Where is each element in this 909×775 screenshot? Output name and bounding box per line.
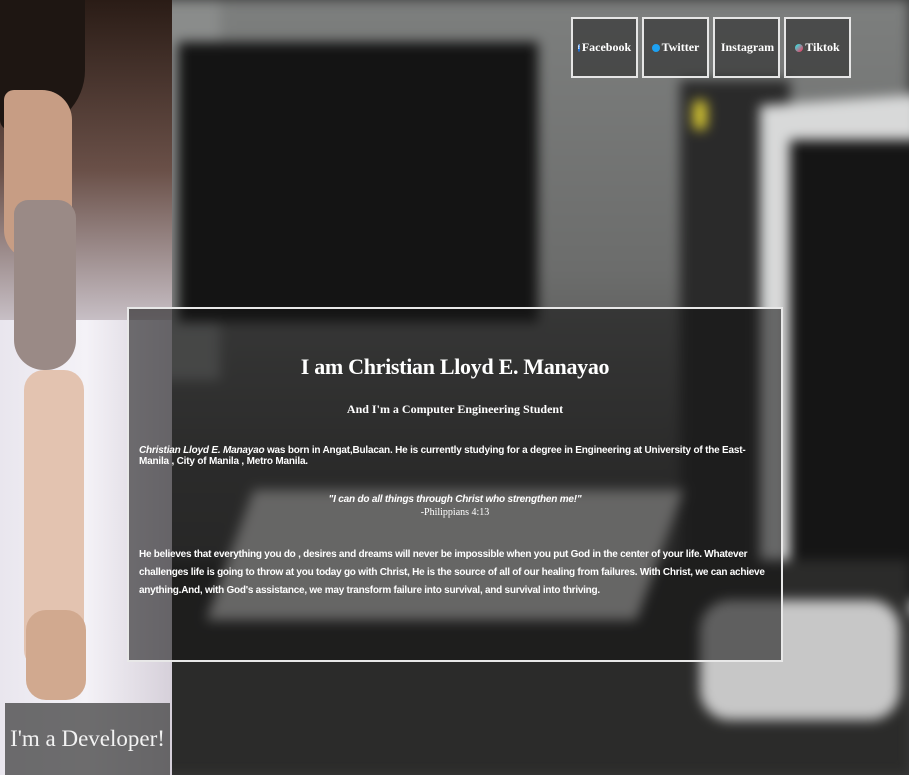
bio-card: I am Christian Lloyd E. Manayao And I'm … bbox=[127, 307, 783, 662]
twitter-button[interactable]: Twitter bbox=[642, 17, 709, 78]
bio-heading: I am Christian Lloyd E. Manayao bbox=[300, 354, 610, 379]
page: I'm a Developer! f Facebook Twitter Inst… bbox=[0, 0, 909, 775]
bio-body: He believes that everything you do , des… bbox=[139, 549, 765, 596]
social-links: f Facebook Twitter Instagram Tiktok bbox=[571, 17, 851, 78]
developer-caption: I'm a Developer! bbox=[5, 703, 170, 775]
twitter-label: Twitter bbox=[661, 40, 700, 54]
bio-intro: Christian Lloyd E. Manayao was born in A… bbox=[139, 445, 771, 467]
instagram-label: Instagram bbox=[720, 40, 775, 54]
bible-quote: "I can do all things through Christ who … bbox=[328, 494, 582, 505]
instagram-button[interactable]: Instagram bbox=[713, 17, 780, 78]
quote-reference: -Philippians 4:13 bbox=[420, 507, 490, 518]
facebook-icon: f bbox=[577, 43, 580, 52]
twitter-icon bbox=[651, 43, 660, 52]
tiktok-icon bbox=[795, 43, 804, 52]
tiktok-button[interactable]: Tiktok bbox=[784, 17, 851, 78]
bio-subheading: And I'm a Computer Engineering Student bbox=[346, 402, 564, 416]
bio-name: Christian Lloyd E. Manayao bbox=[139, 445, 265, 456]
facebook-button[interactable]: f Facebook bbox=[571, 17, 638, 78]
tiktok-label: Tiktok bbox=[805, 40, 840, 54]
facebook-label: Facebook bbox=[581, 40, 632, 54]
